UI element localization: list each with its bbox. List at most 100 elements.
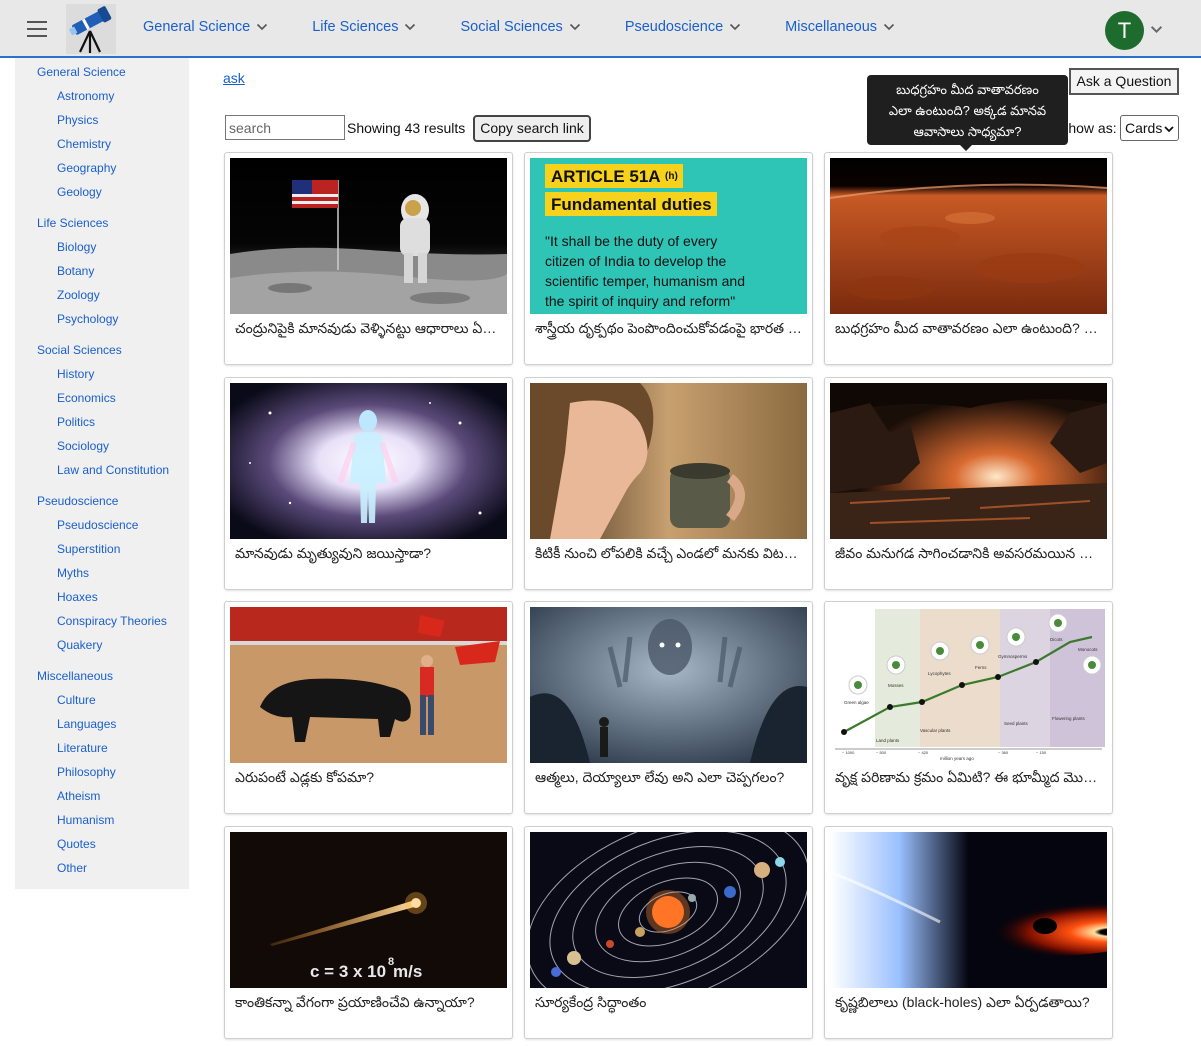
sidebar-item[interactable]: Astronomy xyxy=(57,89,114,103)
nav-item[interactable]: Miscellaneous xyxy=(785,19,895,35)
sidebar-item[interactable]: Languages xyxy=(57,717,116,731)
card-title[interactable]: బుధగ్రహం మీద వాతావరణం ఎలా ఉంటుంది? అక్కడ… xyxy=(835,320,1103,340)
card-title[interactable]: వృక్ష పరిణామ క్రమం ఏమిటి? ఈ భూమ్మీద మొక్… xyxy=(835,769,1103,789)
bullfight-image[interactable] xyxy=(230,607,507,763)
search-input[interactable] xyxy=(225,115,345,140)
question-card[interactable]: c = 3 x 10 8 m/s కాంతికన్నా వేగంగా ప్రయా… xyxy=(224,826,513,1039)
moon-landing-image[interactable] xyxy=(230,158,507,314)
nav-item-label: General Science xyxy=(143,19,251,35)
question-card[interactable]: బుధగ్రహం మీద వాతావరణం ఎలా ఉంటుంది? అక్కడ… xyxy=(824,152,1113,365)
sidebar-item[interactable]: Biology xyxy=(57,240,96,254)
question-card[interactable]: Green algae Mosses Lycophytes Ferns Gymn… xyxy=(824,601,1113,814)
sidebar-item[interactable]: Pseudoscience xyxy=(57,518,138,532)
alien-landscape-image[interactable] xyxy=(830,383,1107,539)
chevron-down-icon xyxy=(730,23,741,31)
card-title[interactable]: జీవం మనుగడ సాగించడానికి అవసరమయిన పరిస్థి… xyxy=(835,545,1103,565)
question-card[interactable]: ARTICLE 51A (h) Fundamental duties "It s… xyxy=(524,152,813,365)
card-title[interactable]: సూర్యకేంద్ర సిద్ధాంతం xyxy=(535,994,803,1014)
chevron-down-icon xyxy=(1164,126,1174,133)
question-card[interactable]: చంద్రునిపైకి మానవుడు వెళ్ళినట్టు ఆధారాలు… xyxy=(224,152,513,365)
article-quote-line: citizen of India to develop the xyxy=(545,253,727,269)
sidebar-item[interactable]: Literature xyxy=(57,741,108,755)
tooltip-line: ఆవాసాలు సాధ్యమా? xyxy=(913,124,1022,139)
evo-label: Monocots xyxy=(1078,647,1098,652)
nav-item[interactable]: Social Sciences xyxy=(460,19,580,35)
ask-link[interactable]: ask xyxy=(223,70,245,86)
article-51a-image[interactable]: ARTICLE 51A (h) Fundamental duties "It s… xyxy=(530,158,807,314)
copy-search-link-button[interactable]: Copy search link xyxy=(473,115,591,142)
sidebar-item[interactable]: Quakery xyxy=(57,638,102,652)
question-card[interactable]: కృష్ణబిలాలు (black-holes) ఎలా ఏర్పడతాయి? xyxy=(824,826,1113,1039)
card-title[interactable]: కిటికీ నుంచి లోపలికి వచ్చే ఎండలో మనకు వి… xyxy=(535,545,803,565)
sidebar-group[interactable]: Pseudoscience xyxy=(37,494,118,508)
sidebar-item[interactable]: Zoology xyxy=(57,288,100,302)
sidebar-item[interactable]: Hoaxes xyxy=(57,590,98,604)
ask-question-button[interactable]: Ask a Question xyxy=(1069,68,1179,95)
question-card[interactable]: కిటికీ నుంచి లోపలికి వచ్చే ఎండలో మనకు వి… xyxy=(524,377,813,590)
plant-evolution-image[interactable]: Green algae Mosses Lycophytes Ferns Gymn… xyxy=(830,607,1107,763)
sidebar-item[interactable]: Myths xyxy=(57,566,89,580)
chevron-down-icon[interactable] xyxy=(1150,23,1163,36)
ghost-image[interactable] xyxy=(530,607,807,763)
glowing-figure-image[interactable] xyxy=(230,383,507,539)
sidebar-item[interactable]: Philosophy xyxy=(57,765,116,779)
user-avatar[interactable]: T xyxy=(1105,11,1144,50)
planet-surface-image[interactable] xyxy=(830,158,1107,314)
question-card[interactable]: ఎరుపంటే ఎడ్లకు కోపమా? xyxy=(224,601,513,814)
nav-item[interactable]: Life Sciences xyxy=(312,19,416,35)
telescope-logo-icon[interactable] xyxy=(66,4,116,54)
card-title[interactable]: శాస్త్రీయ దృక్పథం పెంపొందించుకోవడంపై భార… xyxy=(535,320,803,340)
sidebar-item[interactable]: History xyxy=(57,367,94,381)
question-card[interactable]: సూర్యకేంద్ర సిద్ధాంతం xyxy=(524,826,813,1039)
sidebar-item[interactable]: Humanism xyxy=(57,813,114,827)
sidebar-item[interactable]: Quotes xyxy=(57,837,96,851)
nav-item[interactable]: Pseudoscience xyxy=(625,19,741,35)
sidebar-item[interactable]: Atheism xyxy=(57,789,100,803)
sidebar-group[interactable]: Miscellaneous xyxy=(37,669,113,683)
sidebar-item[interactable]: Superstition xyxy=(57,542,120,556)
card-title[interactable]: కాంతికన్నా వేగంగా ప్రయాణించేవి ఉన్నాయా? xyxy=(235,994,503,1014)
speed-of-light-image[interactable]: c = 3 x 10 8 m/s xyxy=(230,832,507,988)
evo-tick: ~ 500 xyxy=(876,750,887,755)
card-title[interactable]: చంద్రునిపైకి మానవుడు వెళ్ళినట్టు ఆధారాలు… xyxy=(235,320,503,340)
evo-label: Vascular plants xyxy=(920,728,951,733)
card-title-tooltip: బుధగ్రహం మీద వాతావరణం ఎలా ఉంటుంది? అక్కడ… xyxy=(867,75,1068,151)
sidebar-item[interactable]: Sociology xyxy=(57,439,109,453)
category-sidebar: General Science Astronomy Physics Chemistry… xyxy=(15,58,189,889)
sidebar-item[interactable]: Physics xyxy=(57,113,98,127)
black-hole-image[interactable] xyxy=(830,832,1107,988)
sidebar-item[interactable]: Geology xyxy=(57,185,102,199)
sidebar-item[interactable]: Culture xyxy=(57,693,96,707)
question-card[interactable]: ఆత్మలు, దెయ్యాలూ లేవు అని ఎలా చెప్పగలం? xyxy=(524,601,813,814)
woman-sunlight-image[interactable] xyxy=(530,383,807,539)
view-mode-select[interactable]: Cards xyxy=(1120,115,1179,141)
tooltip-line: ఎలా ఉంటుంది? అక్కడ మానవ xyxy=(888,103,1047,118)
question-card[interactable]: మానవుడు మృత్యువుని జయిస్తాడా? xyxy=(224,377,513,590)
sidebar-item[interactable]: Conspiracy Theories xyxy=(57,614,167,628)
card-title[interactable]: మానవుడు మృత్యువుని జయిస్తాడా? xyxy=(235,545,503,565)
sidebar-item[interactable]: Economics xyxy=(57,391,116,405)
card-title[interactable]: ఎరుపంటే ఎడ్లకు కోపమా? xyxy=(235,769,503,789)
sidebar-group[interactable]: Life Sciences xyxy=(37,216,108,230)
hamburger-menu-icon[interactable] xyxy=(27,21,47,37)
sidebar-item[interactable]: Botany xyxy=(57,264,94,278)
card-title[interactable]: కృష్ణబిలాలు (black-holes) ఎలా ఏర్పడతాయి? xyxy=(835,994,1103,1014)
sidebar-item[interactable]: Politics xyxy=(57,415,95,429)
question-card[interactable]: జీవం మనుగడ సాగించడానికి అవసరమయిన పరిస్థి… xyxy=(824,377,1113,590)
nav-item[interactable]: General Science xyxy=(143,19,268,35)
sidebar-item[interactable]: Law and Constitution xyxy=(57,463,169,477)
sidebar-group[interactable]: Social Sciences xyxy=(37,343,122,357)
light-formula-text: c = 3 x 10 xyxy=(310,962,386,981)
sidebar-item[interactable]: Other xyxy=(57,861,87,875)
solar-system-image[interactable] xyxy=(530,832,807,988)
tooltip-line: బుధగ్రహం మీద వాతావరణం xyxy=(896,82,1039,97)
article-tag-text: ARTICLE 51A xyxy=(551,167,661,186)
light-unit-text: m/s xyxy=(393,962,422,981)
article-sup-text: (h) xyxy=(665,171,678,182)
card-title[interactable]: ఆత్మలు, దెయ్యాలూ లేవు అని ఎలా చెప్పగలం? xyxy=(535,769,803,789)
evo-label: Ferns xyxy=(975,665,987,670)
sidebar-item[interactable]: Chemistry xyxy=(57,137,111,151)
sidebar-group[interactable]: General Science xyxy=(37,65,126,79)
sidebar-item[interactable]: Psychology xyxy=(57,312,118,326)
sidebar-item[interactable]: Geography xyxy=(57,161,116,175)
